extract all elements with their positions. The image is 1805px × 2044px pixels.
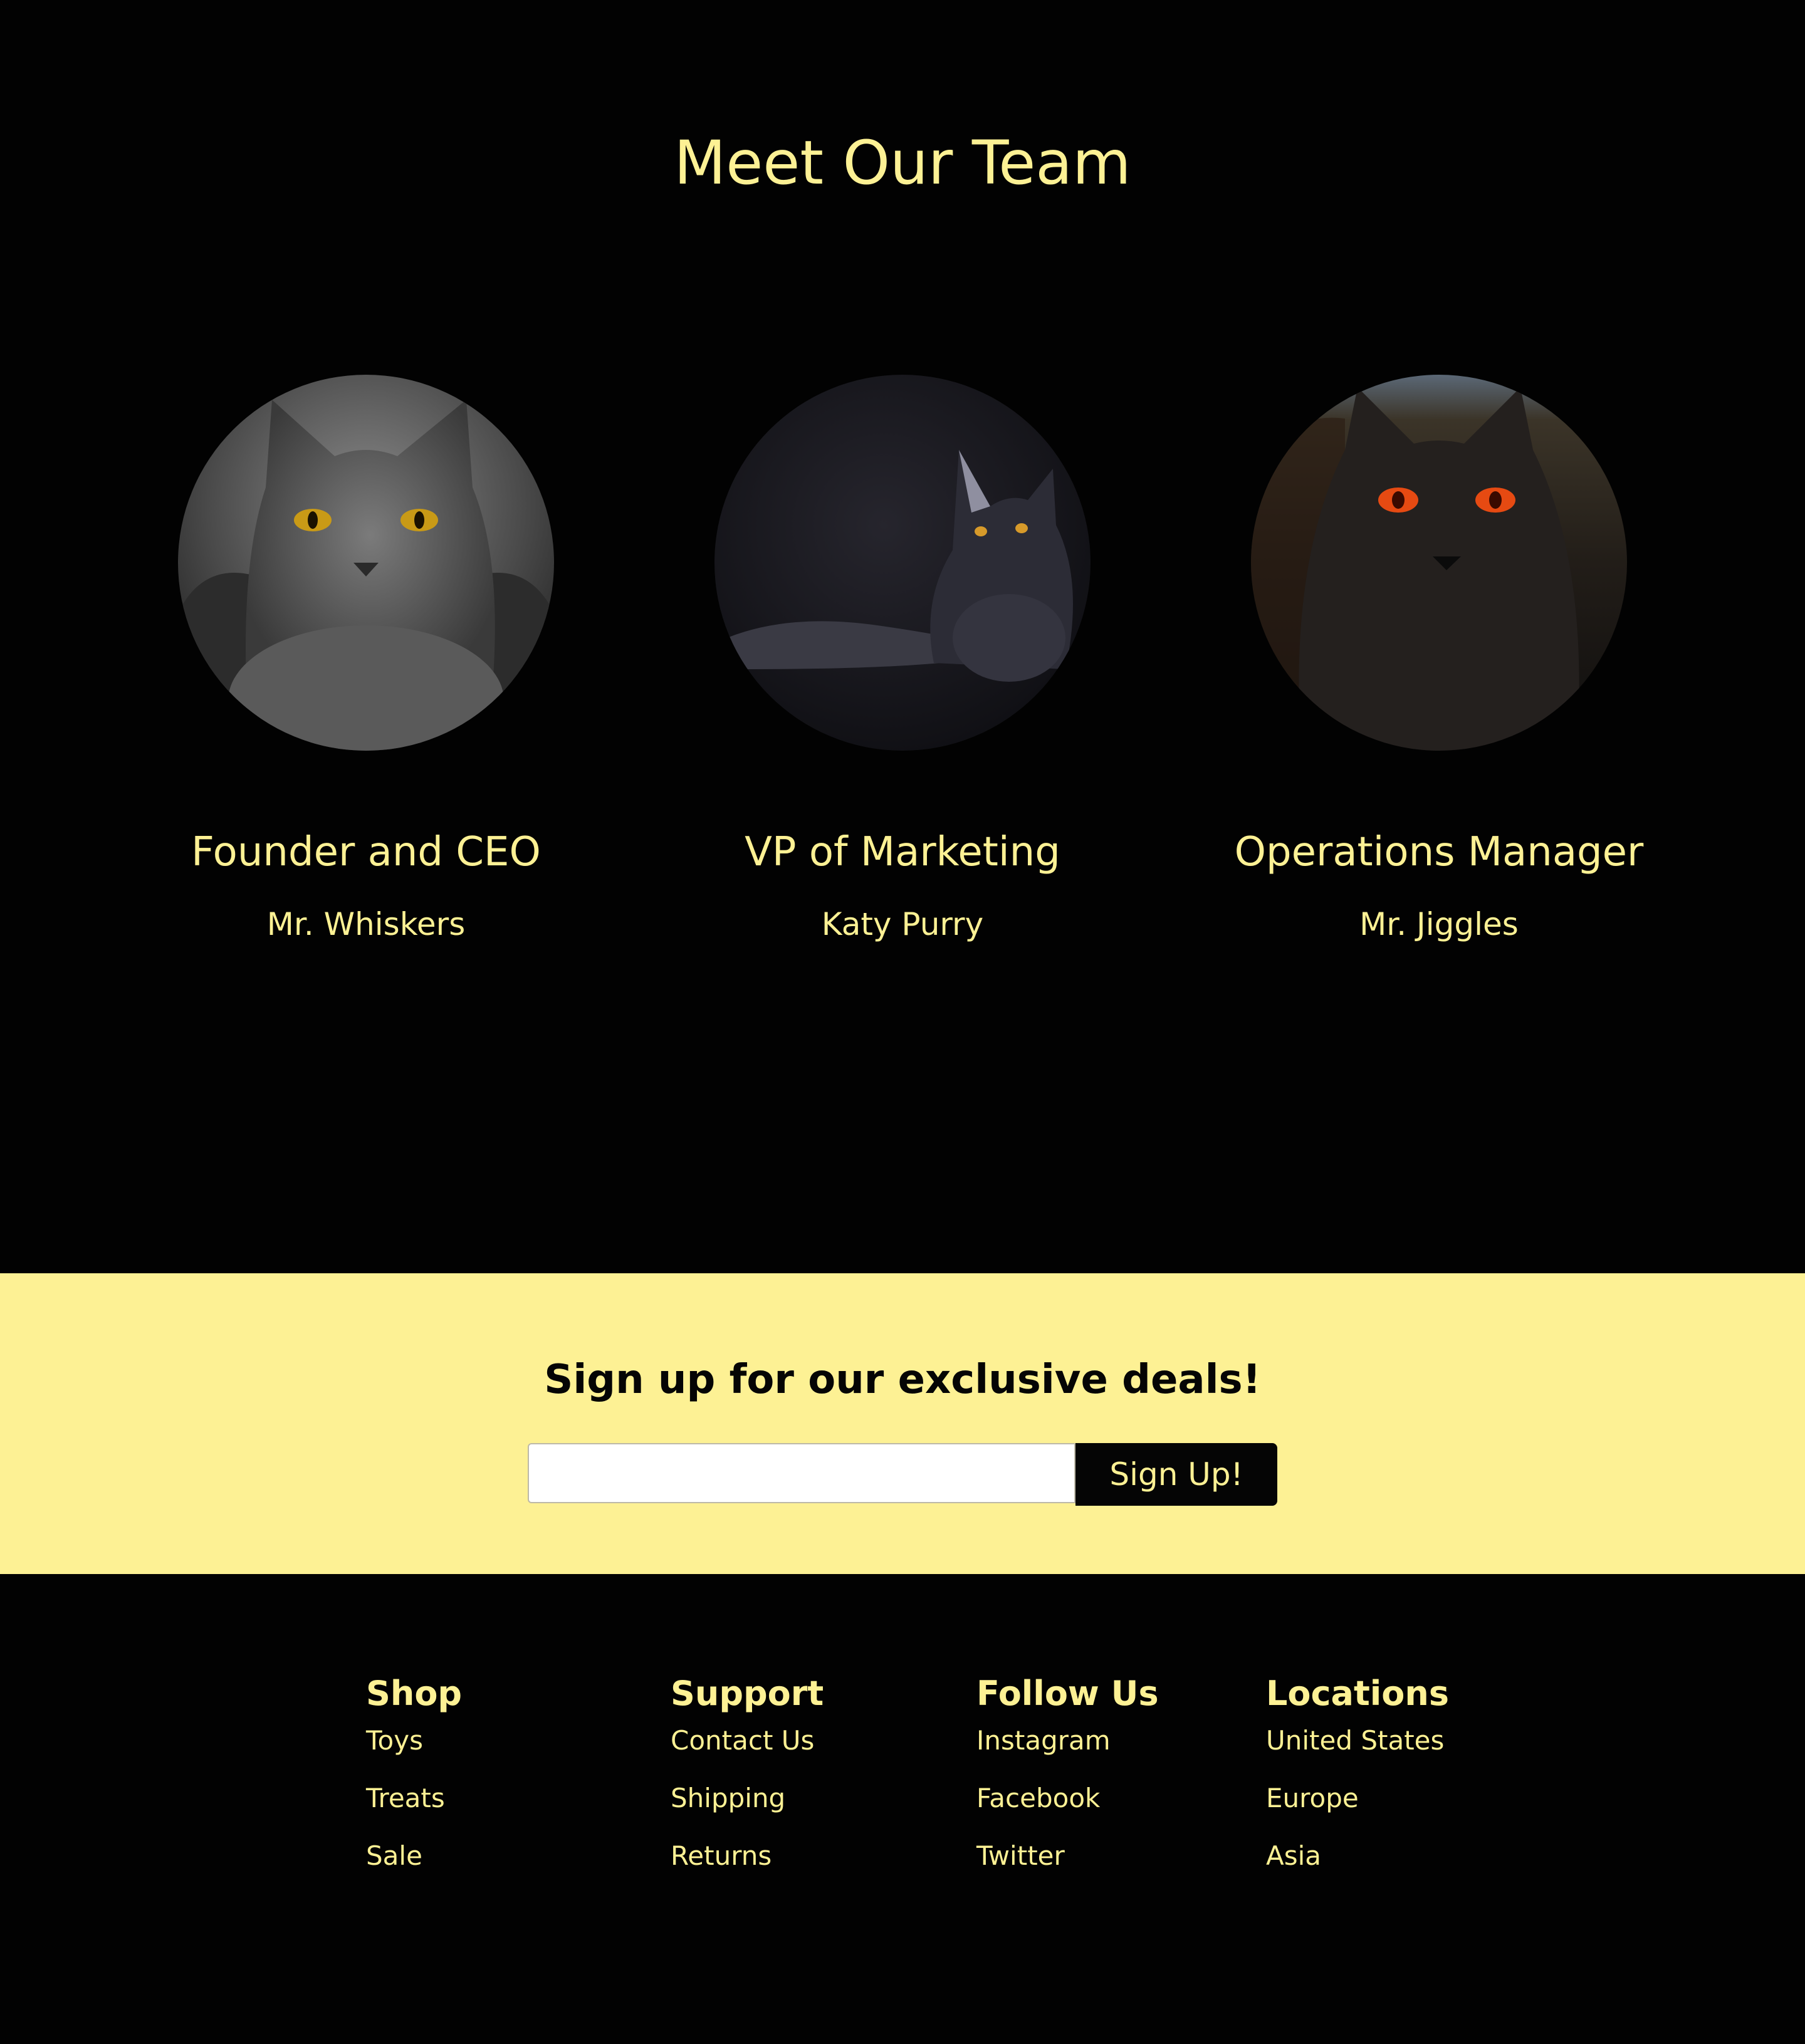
footer-link-asia[interactable]: Asia xyxy=(1266,1827,1321,1885)
member-role: VP of Marketing xyxy=(745,829,1060,875)
email-input[interactable] xyxy=(528,1443,1075,1503)
cat-portrait-grey xyxy=(178,375,554,751)
cat-portrait-black-longhair xyxy=(714,375,1091,751)
footer-link-instagram[interactable]: Instagram xyxy=(976,1712,1111,1770)
footer-column-support: Support Contact Us Shipping Returns xyxy=(671,1671,959,1890)
footer-link-contact-us[interactable]: Contact Us xyxy=(671,1712,814,1770)
footer-link-sale[interactable]: Sale xyxy=(366,1827,422,1885)
member-name: Mr. Whiskers xyxy=(266,906,466,942)
member-name: Katy Purry xyxy=(821,906,984,942)
team-section: Meet Our Team Founder and CEO Mr. Whiske… xyxy=(0,0,1805,1273)
member-role: Operations Manager xyxy=(1234,829,1644,875)
footer-link-returns[interactable]: Returns xyxy=(671,1827,772,1885)
footer-column-follow-us: Follow Us Instagram Facebook Twitter xyxy=(976,1671,1265,1890)
signup-button[interactable]: Sign Up! xyxy=(1075,1443,1277,1506)
footer-link-shipping[interactable]: Shipping xyxy=(671,1770,785,1827)
footer-heading: Follow Us xyxy=(976,1674,1159,1713)
footer-link-united-states[interactable]: United States xyxy=(1266,1712,1444,1770)
footer-heading: Locations xyxy=(1266,1674,1449,1713)
footer: Shop Toys Treats Sale Support Contact Us… xyxy=(0,1574,1805,2044)
footer-link-treats[interactable]: Treats xyxy=(366,1770,445,1827)
cat-portrait-red-eyes xyxy=(1251,375,1627,751)
footer-heading: Support xyxy=(671,1674,824,1713)
footer-link-facebook[interactable]: Facebook xyxy=(976,1770,1100,1827)
footer-link-toys[interactable]: Toys xyxy=(366,1712,423,1770)
footer-link-twitter[interactable]: Twitter xyxy=(976,1827,1065,1885)
footer-column-locations: Locations United States Europe Asia xyxy=(1266,1671,1554,1890)
footer-column-shop: Shop Toys Treats Sale xyxy=(366,1671,654,1890)
member-role: Founder and CEO xyxy=(191,829,541,875)
signup-section: Sign up for our exclusive deals! Sign Up… xyxy=(0,1273,1805,1574)
footer-heading: Shop xyxy=(366,1674,463,1713)
team-title: Meet Our Team xyxy=(674,128,1131,198)
footer-link-europe[interactable]: Europe xyxy=(1266,1770,1359,1827)
signup-title: Sign up for our exclusive deals! xyxy=(544,1357,1261,1403)
member-name: Mr. Jiggles xyxy=(1359,906,1519,942)
